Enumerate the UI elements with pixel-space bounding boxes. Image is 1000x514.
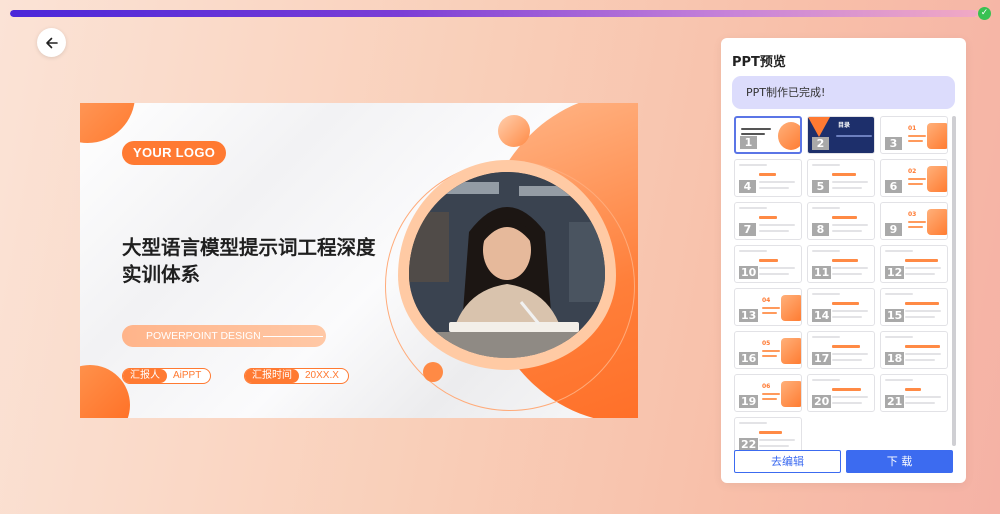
slide-number: 17 xyxy=(812,352,832,365)
slide-number: 13 xyxy=(739,309,759,322)
slide-number: 11 xyxy=(812,266,832,279)
slide-thumbnail-7[interactable]: 7 xyxy=(734,202,802,240)
slide-thumbnail-19[interactable]: 06 19 xyxy=(734,374,802,412)
slide-thumbnail-16[interactable]: 05 16 xyxy=(734,331,802,369)
tagline-rule xyxy=(262,335,323,337)
slide-number: 2 xyxy=(812,137,829,150)
decor-dot xyxy=(423,362,443,382)
slide-number: 19 xyxy=(739,395,759,408)
slide-thumbnail-17[interactable]: 17 xyxy=(807,331,875,369)
student-illustration xyxy=(409,172,605,358)
slide-number: 15 xyxy=(885,309,905,322)
slide-number: 7 xyxy=(739,223,756,236)
progress-bar xyxy=(10,10,978,17)
slide-title: 大型语言模型提示词工程深度实训体系 xyxy=(122,236,376,286)
back-button[interactable] xyxy=(37,28,66,57)
slide-number: 18 xyxy=(885,352,905,365)
slide-thumbnail-9[interactable]: 03 9 xyxy=(880,202,948,240)
decor-circle xyxy=(498,115,530,147)
progress-fill xyxy=(10,10,978,17)
student-photo xyxy=(409,172,605,358)
slide-number: 10 xyxy=(739,266,759,279)
reporter-value: AiPPT xyxy=(173,370,202,381)
slide-thumbnail-1[interactable]: 1 xyxy=(734,116,802,154)
slide-number: 6 xyxy=(885,180,902,193)
ppt-preview-panel: PPT预览 PPT制作已完成! 1 目录 2 01 3 4 5 02 6 7 8 03 9 10 11 12 0… xyxy=(721,38,966,483)
slide-thumbnail-3[interactable]: 01 3 xyxy=(880,116,948,154)
design-tagline-text: POWERPOINT DESIGN xyxy=(146,330,261,342)
reporter-label: 汇报人 xyxy=(123,369,167,383)
design-tagline: POWERPOINT DESIGN xyxy=(122,325,326,347)
slide-number: 4 xyxy=(739,180,756,193)
slide-thumbnail-2[interactable]: 目录 2 xyxy=(807,116,875,154)
report-time-pill: 汇报时间 20XX.X xyxy=(244,368,349,384)
slide-number: 12 xyxy=(885,266,905,279)
thumbnail-scrollbar[interactable] xyxy=(952,116,956,446)
slide-thumbnail-5[interactable]: 5 xyxy=(807,159,875,197)
thumbnail-grid: 1 目录 2 01 3 4 5 02 6 7 8 03 9 10 11 12 04 13 14 15 05 16 17 18 0… xyxy=(734,116,952,480)
slide-thumbnail-11[interactable]: 11 xyxy=(807,245,875,283)
slide-number: 9 xyxy=(885,223,902,236)
slide-number: 1 xyxy=(740,136,757,149)
slide-thumbnail-6[interactable]: 02 6 xyxy=(880,159,948,197)
slide-number: 5 xyxy=(812,180,829,193)
arrow-left-icon xyxy=(45,37,58,48)
panel-title: PPT预览 xyxy=(732,55,786,70)
slide-number: 8 xyxy=(812,223,829,236)
slide-thumbnail-12[interactable]: 12 xyxy=(880,245,948,283)
complete-check-icon: ✓ xyxy=(978,7,991,20)
slide-thumbnail-14[interactable]: 14 xyxy=(807,288,875,326)
slide-thumbnail-10[interactable]: 10 xyxy=(734,245,802,283)
edit-button[interactable]: 去编辑 xyxy=(734,450,841,473)
slide-thumbnail-20[interactable]: 20 xyxy=(807,374,875,412)
completion-message: PPT制作已完成! xyxy=(732,76,955,109)
slide-number: 3 xyxy=(885,137,902,150)
slide-thumbnail-8[interactable]: 8 xyxy=(807,202,875,240)
slide-thumbnail-18[interactable]: 18 xyxy=(880,331,948,369)
decor-circle xyxy=(80,103,135,143)
slide-thumbnail-13[interactable]: 04 13 xyxy=(734,288,802,326)
download-button[interactable]: 下 载 xyxy=(846,450,953,473)
slide-number: 16 xyxy=(739,352,759,365)
logo-badge: YOUR LOGO xyxy=(122,141,227,165)
slide-preview: YOUR LOGO 大型语言模型提示词工程深度实训体系 POWERPOINT D… xyxy=(80,103,638,418)
slide-number: 14 xyxy=(812,309,832,322)
report-time-value: 20XX.X xyxy=(305,370,339,381)
slide-thumbnail-4[interactable]: 4 xyxy=(734,159,802,197)
slide-number: 21 xyxy=(885,395,905,408)
slide-number: 20 xyxy=(812,395,832,408)
slide-thumbnail-15[interactable]: 15 xyxy=(880,288,948,326)
reporter-pill: 汇报人 AiPPT xyxy=(122,368,212,384)
report-time-label: 汇报时间 xyxy=(245,369,299,383)
slide-thumbnail-21[interactable]: 21 xyxy=(880,374,948,412)
